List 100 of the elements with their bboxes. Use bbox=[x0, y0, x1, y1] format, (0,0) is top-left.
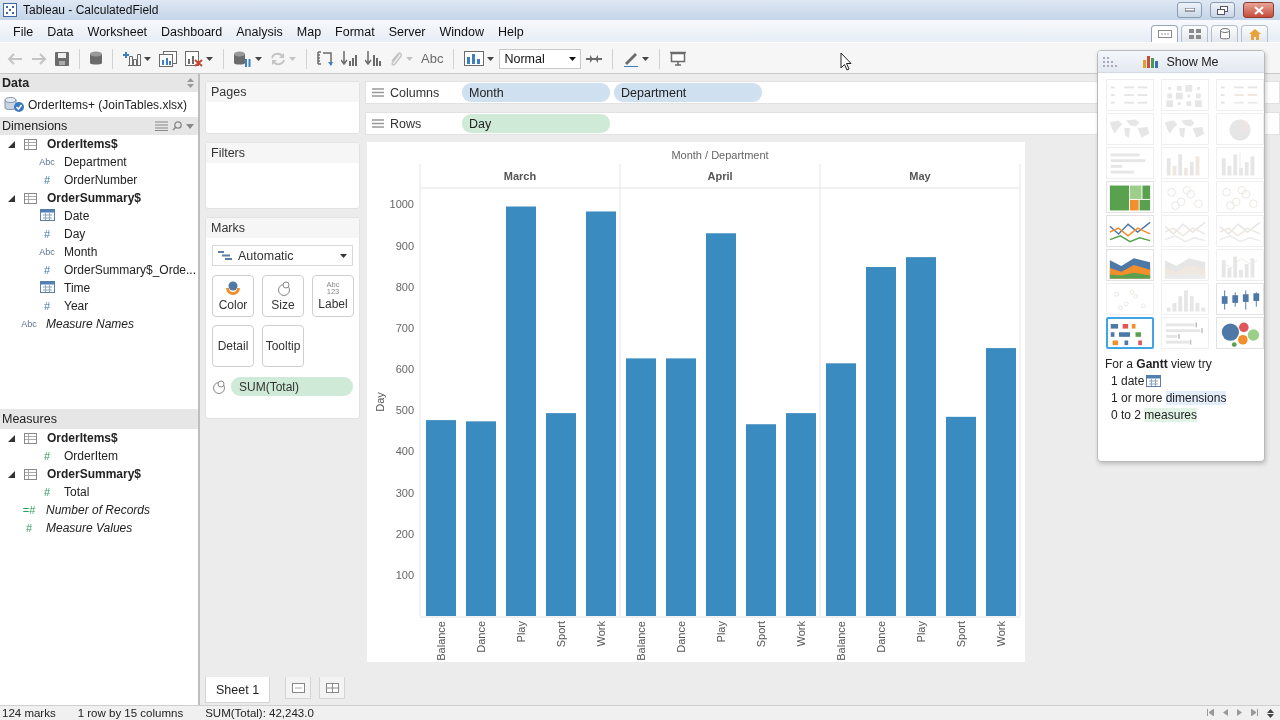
mark-type-dropdown[interactable]: Automatic bbox=[212, 245, 353, 266]
caret-icon bbox=[406, 56, 413, 61]
menu-item[interactable]: Help bbox=[491, 23, 531, 41]
axis-tick-label: 900 bbox=[395, 239, 414, 252]
status-text: 1 row by 15 columns bbox=[77, 707, 184, 719]
field-item[interactable]: Day bbox=[64, 227, 86, 241]
axis-tick-label: 700 bbox=[395, 321, 414, 334]
last-page-icon[interactable] bbox=[1251, 708, 1258, 716]
grid-icon bbox=[1188, 29, 1201, 39]
axis-tick-label: 100 bbox=[395, 568, 414, 581]
pane-title: Data bbox=[2, 76, 30, 90]
field-item[interactable]: OrderItem bbox=[64, 449, 118, 463]
category-label: Dance bbox=[675, 621, 687, 653]
paperclip-icon bbox=[389, 50, 403, 67]
card-icon bbox=[464, 51, 485, 66]
list-view-icon[interactable] bbox=[155, 121, 168, 131]
axis-tick-label: 1000 bbox=[389, 198, 414, 211]
field-pill[interactable]: SUM(Total) bbox=[231, 377, 353, 396]
axis-tick-label: 600 bbox=[395, 363, 414, 376]
panel-title: Show Me bbox=[1166, 54, 1219, 69]
category-label: Work bbox=[595, 621, 607, 647]
new-dashboard-button[interactable] bbox=[319, 677, 346, 699]
field-item[interactable]: Department bbox=[64, 155, 127, 169]
menu-item[interactable]: Server bbox=[381, 23, 433, 41]
sort-arrows-icon[interactable] bbox=[1267, 708, 1274, 718]
status-text: 124 marks bbox=[2, 707, 56, 719]
database-icon bbox=[1219, 28, 1230, 40]
menu-item[interactable]: Window bbox=[432, 23, 491, 41]
menu-item[interactable]: Worksheet bbox=[80, 23, 155, 41]
table-icon bbox=[24, 468, 37, 480]
minimize-button[interactable] bbox=[1177, 2, 1202, 18]
first-page-icon[interactable] bbox=[1207, 708, 1214, 716]
field-item[interactable]: Time bbox=[64, 281, 91, 295]
mark-property-button[interactable]: Detail bbox=[212, 325, 254, 367]
fit-dropdown[interactable]: Normal bbox=[499, 48, 582, 69]
menu-item[interactable]: Data bbox=[40, 23, 81, 41]
field-type-icon: Abc bbox=[36, 247, 58, 257]
mark-property-button[interactable]: Tooltip bbox=[262, 325, 304, 367]
category-label: Play bbox=[915, 621, 927, 643]
field-item[interactable]: Total bbox=[64, 485, 90, 499]
pane-header: May bbox=[909, 170, 931, 182]
field-item[interactable]: Number of Records bbox=[46, 503, 151, 517]
chart-type-button[interactable] bbox=[1106, 317, 1154, 349]
category-label: Dance bbox=[475, 621, 487, 653]
field-item[interactable]: Measure Names bbox=[46, 317, 135, 331]
field-type-icon: # bbox=[36, 300, 58, 312]
table-name: OrderItems$ bbox=[47, 137, 118, 151]
card-title: Marks bbox=[206, 218, 359, 238]
show-labels-button[interactable]: Abc bbox=[418, 46, 447, 71]
bar-chart-icon bbox=[1143, 55, 1160, 68]
menu-item[interactable]: File bbox=[6, 23, 41, 41]
workspace-tab[interactable] bbox=[1211, 25, 1238, 42]
color-button[interactable]: Color bbox=[212, 275, 254, 317]
menu-item[interactable]: Dashboard bbox=[154, 23, 230, 41]
size-button[interactable]: Size bbox=[262, 275, 304, 317]
close-icon bbox=[1253, 5, 1264, 15]
menu-item[interactable]: Format bbox=[328, 23, 382, 41]
grip-icon[interactable] bbox=[1103, 57, 1117, 67]
field-type-icon: # bbox=[36, 450, 58, 462]
workspace-tab[interactable] bbox=[1241, 25, 1268, 42]
save-icon bbox=[55, 51, 69, 66]
date-field-icon bbox=[39, 209, 55, 221]
menu-item[interactable]: Map bbox=[289, 23, 329, 41]
workspace-tab[interactable] bbox=[1181, 25, 1208, 42]
caret-icon bbox=[289, 56, 296, 61]
axis-tick-label: 800 bbox=[395, 280, 414, 293]
new-worksheet-button[interactable] bbox=[285, 677, 312, 699]
field-item[interactable]: Measure Values bbox=[46, 521, 133, 535]
axis-title: Day bbox=[374, 392, 386, 412]
bar-chart-icon bbox=[159, 50, 177, 67]
search-icon[interactable] bbox=[172, 121, 182, 131]
close-button[interactable] bbox=[1243, 2, 1274, 18]
dropdown-arrow-icon[interactable] bbox=[186, 123, 194, 129]
field-item[interactable]: OrderSummary$_Orde... bbox=[64, 263, 197, 277]
menu-item[interactable]: Analysis bbox=[229, 23, 290, 41]
caret-icon bbox=[144, 56, 151, 61]
data-source-name[interactable]: OrderItems+ (JoinTables.xlsx) bbox=[28, 97, 188, 112]
field-item[interactable]: OrderNumber bbox=[64, 173, 138, 187]
gantt-mark-icon bbox=[218, 251, 232, 260]
field-type-icon: # bbox=[36, 174, 58, 186]
restore-icon bbox=[1217, 5, 1228, 15]
field-item[interactable]: Month bbox=[64, 245, 98, 259]
table-name: OrderItems$ bbox=[47, 431, 118, 445]
field-item[interactable]: Date bbox=[64, 209, 90, 223]
sort-descending-icon bbox=[365, 50, 381, 67]
previous-page-icon[interactable] bbox=[1223, 708, 1228, 716]
next-page-icon[interactable] bbox=[1237, 708, 1242, 716]
axis-tick-label: 500 bbox=[395, 404, 414, 417]
data-source-icon bbox=[4, 96, 26, 113]
restore-button[interactable] bbox=[1210, 2, 1235, 18]
pane-header: March bbox=[503, 170, 537, 182]
sheet-tab[interactable]: Sheet 1 bbox=[205, 677, 271, 703]
new-dashboard-icon bbox=[325, 682, 339, 693]
category-label: Play bbox=[515, 621, 527, 643]
pin-icon bbox=[586, 53, 603, 64]
field-item[interactable]: Year bbox=[64, 299, 89, 313]
table-icon bbox=[24, 138, 37, 150]
category-label: Sport bbox=[955, 621, 967, 648]
color-icon bbox=[225, 280, 241, 296]
workspace-tab[interactable] bbox=[1151, 25, 1178, 42]
